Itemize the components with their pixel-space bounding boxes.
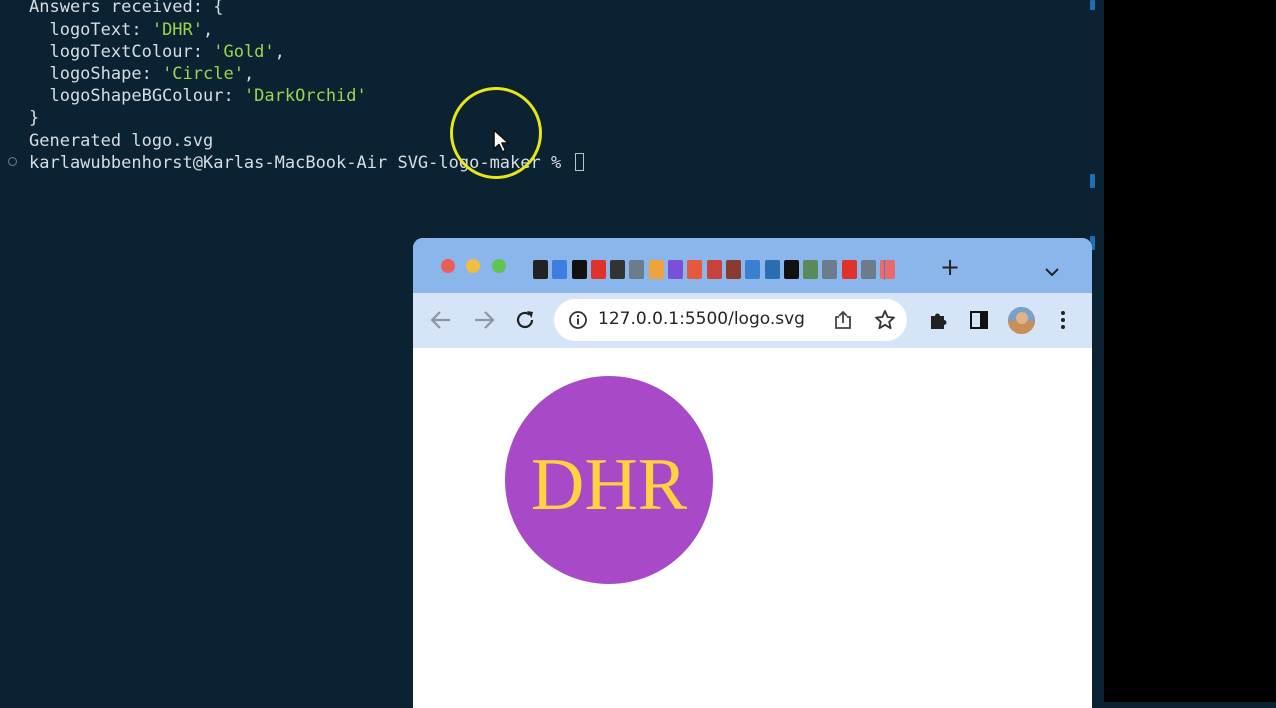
chevron-down-icon[interactable] [1045,262,1059,281]
terminal-line-answers: Answers received: { [29,0,224,17]
browser-toolbar: 127.0.0.1:5500/logo.svg [413,293,1092,348]
tab-favicon-icon[interactable] [841,260,857,279]
zoom-window-button[interactable] [492,259,506,273]
mouse-pointer-icon [492,128,510,158]
tab-favicon-icon[interactable] [880,260,896,279]
tab-favicon-icon[interactable] [668,260,684,279]
tab-favicon-icon[interactable] [610,260,626,279]
side-panel-icon[interactable] [969,310,989,334]
terminal-line-close-brace: } [29,108,40,128]
value-logoshape: 'Circle' [162,64,244,84]
terminal-line-generated: Generated logo.svg [29,131,214,151]
tab-favicon-icon[interactable] [822,260,838,279]
value-logotext: 'DHR' [151,20,204,40]
reload-icon[interactable] [514,309,536,335]
tab-favicon-icon[interactable] [783,260,799,279]
screen-edge-black [1104,0,1276,702]
new-tab-button[interactable]: + [940,255,960,279]
prompt-status-icon [8,157,17,166]
profile-avatar[interactable] [1008,307,1035,334]
terminal-line-logotext: logoText: 'DHR', [29,20,214,40]
forward-arrow-icon[interactable] [473,310,495,334]
page-content: DHR [413,348,1092,708]
share-icon[interactable] [834,310,852,334]
scrollbar-marker[interactable] [1090,174,1095,188]
tab-strip: + [413,238,1092,293]
tab-favicon-icon[interactable] [552,260,568,279]
terminal-line-logoshape: logoShape: 'Circle', [29,64,255,84]
tab-favicon-icon[interactable] [571,260,587,279]
text-cursor [575,153,585,171]
tab-separator [884,260,885,280]
minimize-window-button[interactable] [466,259,480,273]
tab-favicon-icon[interactable] [687,260,703,279]
close-window-button[interactable] [441,259,455,273]
address-bar[interactable]: 127.0.0.1:5500/logo.svg [554,299,907,341]
value-logoshapebgcolour: 'DarkOrchid' [243,86,367,106]
tab-favicon-icon[interactable] [648,260,664,279]
tab-favicon-icon[interactable] [745,260,761,279]
back-arrow-icon[interactable] [430,310,452,334]
tab-favicon-icon[interactable] [725,260,741,279]
tab-favicon-icon[interactable] [590,260,606,279]
logo-svg: DHR [505,376,713,584]
logo-text: DHR [531,444,688,526]
pinned-tabs [533,260,900,282]
tab-favicon-icon[interactable] [629,260,645,279]
terminal-line-logoshapebgcolour: logoShapeBGColour: 'DarkOrchid' [29,86,367,106]
tab-favicon-icon[interactable] [803,260,819,279]
tab-favicon-icon[interactable] [533,260,548,279]
tab-favicon-icon[interactable] [706,260,722,279]
extensions-puzzle-icon[interactable] [927,309,949,335]
url-text[interactable]: 127.0.0.1:5500/logo.svg [598,309,805,329]
terminal-line-logotextcolour: logoTextColour: 'Gold', [29,42,285,62]
site-info-icon[interactable] [568,310,588,334]
scrollbar-marker[interactable] [1090,0,1095,10]
value-logotextcolour: 'Gold' [213,42,275,62]
tab-favicon-icon[interactable] [861,260,877,279]
tab-favicon-icon[interactable] [764,260,780,279]
more-menu-icon[interactable] [1060,310,1066,334]
bookmark-star-icon[interactable] [874,309,896,335]
browser-window[interactable]: + 127.0.0.1:5500/logo.svg DHR [413,238,1092,708]
